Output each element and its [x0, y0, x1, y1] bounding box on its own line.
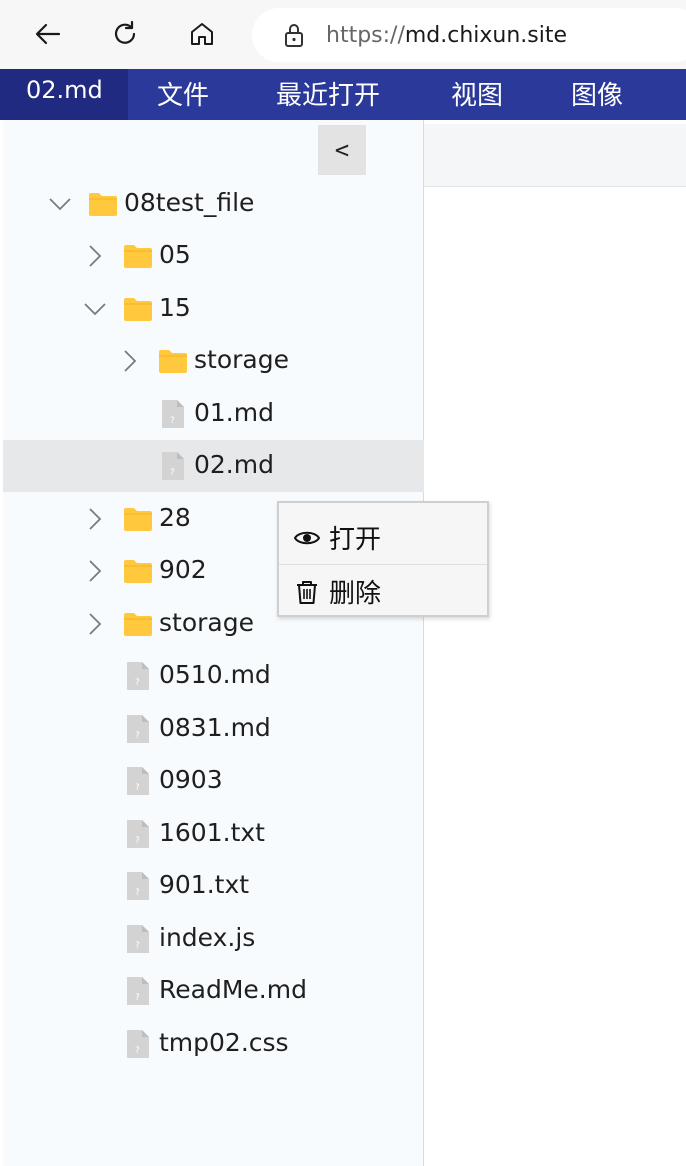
- folder-icon: [123, 610, 153, 638]
- chevron-right-icon[interactable]: [83, 507, 107, 531]
- menu-image[interactable]: 图像: [571, 69, 623, 120]
- svg-text:?: ?: [135, 836, 140, 846]
- unknown-file-icon: ?: [126, 766, 150, 796]
- tree-file-row[interactable]: ? 0831.md: [3, 703, 424, 755]
- chevron-right-icon[interactable]: [83, 612, 107, 636]
- reload-button[interactable]: [103, 12, 147, 56]
- document-title: 02.md: [0, 69, 128, 120]
- unknown-file-icon: ?: [126, 1029, 150, 1059]
- context-menu: 打开 删除: [277, 501, 489, 617]
- tree-item-label: 901.txt: [159, 870, 250, 899]
- reload-icon: [114, 20, 136, 44]
- svg-text:?: ?: [135, 1046, 140, 1056]
- unknown-file-icon: ?: [126, 714, 150, 744]
- tree-item-label: 1601.txt: [159, 818, 265, 847]
- svg-text:?: ?: [135, 783, 140, 793]
- home-icon: [191, 23, 213, 45]
- tree-item-label: storage: [194, 345, 289, 374]
- collapse-sidebar-button[interactable]: <: [318, 125, 366, 175]
- file-tree-sidebar: < 08test_file 05 15 storage? 01.md? 02.md 28 90…: [3, 120, 424, 1166]
- tree-item-label: 01.md: [194, 398, 274, 427]
- tree-item-label: storage: [159, 608, 254, 637]
- tree-file-row[interactable]: ? 01.md: [3, 388, 424, 440]
- svg-text:?: ?: [135, 993, 140, 1003]
- tree-file-row[interactable]: ? 901.txt: [3, 860, 424, 912]
- tree-item-label: 02.md: [194, 450, 274, 479]
- editor-header: [424, 124, 686, 187]
- tree-folder-row[interactable]: storage: [3, 335, 424, 387]
- svg-text:?: ?: [170, 468, 175, 478]
- unknown-file-icon: ?: [161, 451, 185, 481]
- folder-icon: [123, 557, 153, 585]
- unknown-file-icon: ?: [126, 976, 150, 1006]
- trash-icon: [297, 580, 317, 604]
- context-menu-delete[interactable]: 删除: [279, 565, 487, 618]
- menu-view[interactable]: 视图: [451, 69, 503, 120]
- tree-item-label: 15: [159, 293, 191, 322]
- tree-file-row[interactable]: ? index.js: [3, 913, 424, 965]
- back-arrow-icon: [35, 23, 61, 45]
- tree-file-row[interactable]: ? 0903: [3, 755, 424, 807]
- folder-icon: [123, 505, 153, 533]
- unknown-file-icon: ?: [126, 819, 150, 849]
- tree-file-row[interactable]: ? 1601.txt: [3, 808, 424, 860]
- tree-folder-row[interactable]: 15: [3, 283, 424, 335]
- tree-item-label: 0903: [159, 765, 223, 794]
- folder-icon: [123, 295, 153, 323]
- folder-icon: [123, 242, 153, 270]
- lock-icon: [285, 24, 303, 47]
- tree-item-label: 28: [159, 503, 191, 532]
- url-host: md.chixun.site: [404, 22, 568, 48]
- chevron-down-icon[interactable]: [48, 192, 72, 216]
- context-menu-open-label: 打开: [329, 525, 382, 555]
- context-menu-open[interactable]: 打开: [279, 511, 487, 564]
- svg-text:?: ?: [135, 678, 140, 688]
- svg-text:?: ?: [135, 941, 140, 951]
- tree-folder-row[interactable]: 08test_file: [3, 178, 424, 230]
- svg-text:?: ?: [170, 416, 175, 426]
- tree-item-label: 0831.md: [159, 713, 271, 742]
- tree-item-label: index.js: [159, 923, 256, 952]
- tree-file-row[interactable]: ? 0510.md: [3, 650, 424, 702]
- folder-icon: [158, 347, 188, 375]
- unknown-file-icon: ?: [161, 399, 185, 429]
- unknown-file-icon: ?: [126, 924, 150, 954]
- svg-text:?: ?: [135, 888, 140, 898]
- url-text: https://md.chixun.site: [326, 23, 567, 48]
- context-menu-delete-label: 删除: [329, 579, 382, 609]
- tree-item-label: ReadMe.md: [159, 975, 307, 1004]
- url-protocol: https://: [326, 22, 405, 48]
- chevron-right-icon[interactable]: [83, 244, 107, 268]
- menu-recent[interactable]: 最近打开: [276, 69, 380, 120]
- app-menubar: 02.md 文件 最近打开 视图 图像: [0, 69, 686, 120]
- tree-item-label: 08test_file: [124, 188, 255, 217]
- chevron-right-icon[interactable]: [118, 349, 142, 373]
- unknown-file-icon: ?: [126, 661, 150, 691]
- folder-icon: [88, 190, 118, 218]
- chevron-down-icon[interactable]: [83, 297, 107, 321]
- tree-item-label: 902: [159, 555, 207, 584]
- tree-file-row[interactable]: ? 02.md: [3, 440, 424, 492]
- unknown-file-icon: ?: [126, 871, 150, 901]
- address-bar[interactable]: https://md.chixun.site: [252, 8, 686, 62]
- svg-text:?: ?: [135, 731, 140, 741]
- back-button[interactable]: [26, 12, 70, 56]
- chevron-right-icon[interactable]: [83, 559, 107, 583]
- tree-item-label: tmp02.css: [159, 1028, 289, 1057]
- home-button[interactable]: [180, 12, 224, 56]
- menu-file[interactable]: 文件: [157, 69, 209, 120]
- tree-item-label: 0510.md: [159, 660, 271, 689]
- browser-toolbar: https://md.chixun.site: [0, 0, 686, 69]
- tree-file-row[interactable]: ? ReadMe.md: [3, 965, 424, 1017]
- tree-folder-row[interactable]: 05: [3, 230, 424, 282]
- eye-icon: [293, 531, 321, 544]
- tree-file-row[interactable]: ? tmp02.css: [3, 1018, 424, 1070]
- tree-item-label: 05: [159, 240, 191, 269]
